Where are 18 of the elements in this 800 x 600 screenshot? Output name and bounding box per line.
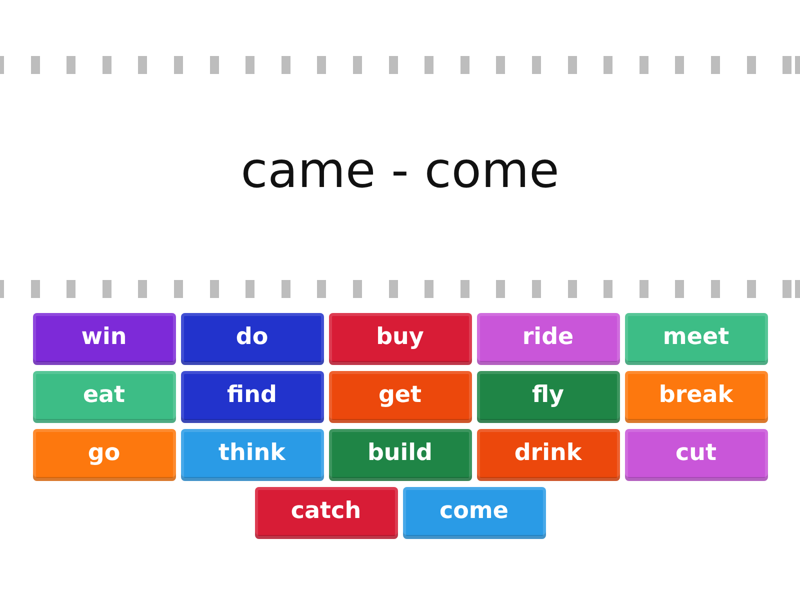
answer-tile[interactable]: build — [328, 429, 472, 481]
answer-tile[interactable]: meet — [624, 313, 768, 365]
answer-tile[interactable]: win — [32, 313, 176, 365]
answer-tile[interactable]: catch — [254, 487, 398, 539]
answer-tile[interactable]: think — [180, 429, 324, 481]
answer-tile[interactable]: cut — [624, 429, 768, 481]
answer-tile[interactable]: drink — [476, 429, 620, 481]
answer-tile[interactable]: do — [180, 313, 324, 365]
answer-tile[interactable]: find — [180, 371, 324, 423]
answer-tile[interactable]: come — [402, 487, 546, 539]
answer-tile[interactable]: ride — [476, 313, 620, 365]
answer-tile[interactable]: break — [624, 371, 768, 423]
prompt-text: came - come — [240, 142, 560, 198]
answer-tile[interactable]: go — [32, 429, 176, 481]
answer-tile[interactable]: get — [328, 371, 472, 423]
answer-tile[interactable]: eat — [32, 371, 176, 423]
answer-tile[interactable]: fly — [476, 371, 620, 423]
answer-tile[interactable]: buy — [328, 313, 472, 365]
